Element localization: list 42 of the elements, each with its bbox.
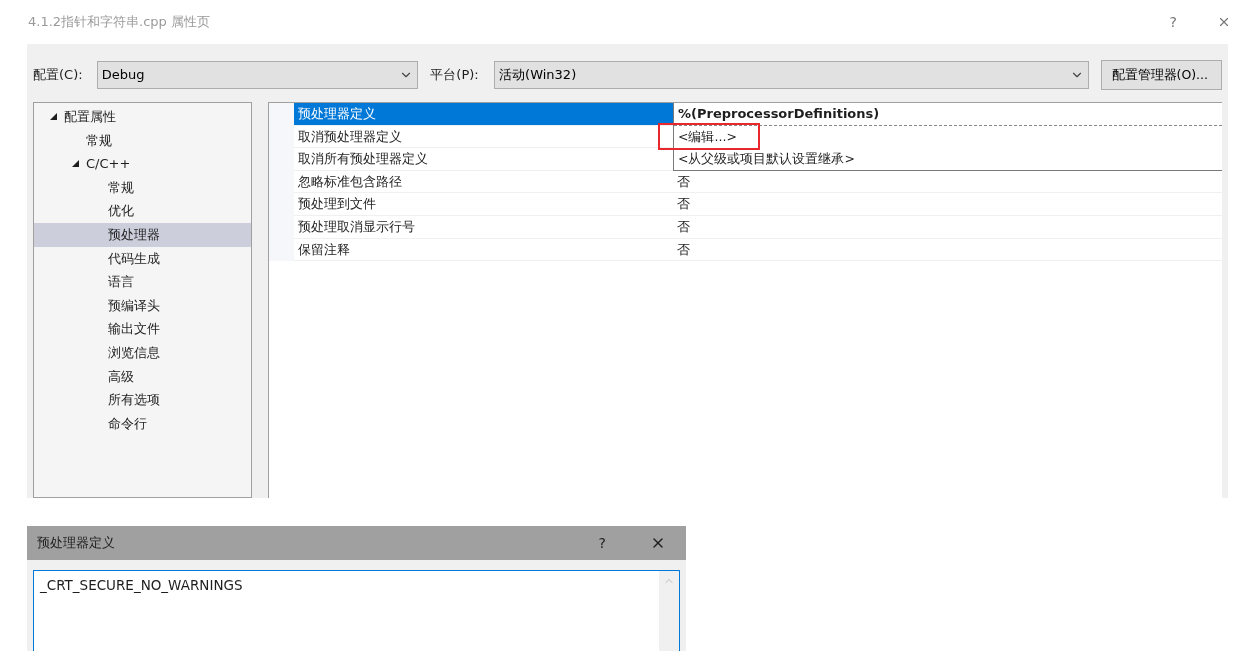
config-select[interactable]: Debug — [96, 61, 419, 89]
close-icon[interactable] — [1217, 15, 1231, 29]
config-label: 配置(C): — [33, 66, 84, 85]
expand-triangle-icon[interactable] — [49, 113, 57, 121]
property-name[interactable]: 保留注释 — [294, 238, 673, 262]
property-name[interactable]: 预处理取消显示行号 — [294, 215, 673, 239]
tree-item[interactable]: 预处理器 — [34, 222, 251, 247]
help-button[interactable]: ? — [1169, 11, 1177, 33]
dropdown-option[interactable]: <从父级或项目默认设置继承> — [678, 149, 855, 169]
text-area[interactable]: _CRT_SECURE_NO_WARNINGS — [33, 570, 680, 651]
platform-select[interactable]: 活动(Win32) — [494, 61, 1089, 89]
tree-item[interactable]: 预编译头 — [34, 293, 251, 318]
property-name[interactable]: 预处理到文件 — [294, 193, 673, 216]
dialog-title: 预处理器定义 — [37, 534, 116, 553]
tree-item[interactable]: 所有选项 — [34, 388, 251, 412]
tree-item[interactable]: 高级 — [34, 364, 251, 389]
value-combo[interactable]: %(PreprocessorDefinitions) — [674, 103, 1222, 126]
tree-item[interactable]: 浏览信息 — [34, 340, 251, 365]
property-value: 否 — [677, 172, 690, 191]
tree-item[interactable]: 配置属性 — [34, 105, 251, 129]
tree-item[interactable]: 语言 — [34, 270, 251, 294]
tree-item[interactable]: 常规 — [34, 128, 251, 153]
property-value: 否 — [677, 240, 690, 259]
property-name[interactable]: 忽略标准包含路径 — [294, 170, 673, 194]
expand-triangle-icon[interactable] — [71, 160, 79, 168]
property-value: 否 — [677, 218, 690, 236]
tree-item[interactable]: 常规 — [34, 175, 251, 200]
property-name[interactable]: 取消所有预处理器定义 — [294, 148, 673, 171]
help-button[interactable]: ? — [598, 532, 606, 554]
tree-item[interactable]: 代码生成 — [34, 246, 251, 271]
property-value: 否 — [677, 195, 690, 214]
platform-label: 平台(P): — [430, 66, 480, 85]
property-name[interactable]: 取消预处理器定义 — [294, 125, 673, 149]
dropdown-option[interactable]: <编辑...> — [678, 127, 737, 147]
tree-item[interactable]: 优化 — [34, 199, 251, 223]
tree-item[interactable]: C/C++ — [34, 152, 251, 176]
property-name[interactable]: 预处理器定义 — [294, 103, 673, 126]
config-manager-button[interactable]: 配置管理器(O)... — [1100, 60, 1222, 90]
window-title: 4.1.2指针和字符串.cpp 属性页 — [28, 13, 211, 32]
tree-item[interactable]: 命令行 — [34, 411, 251, 436]
scrollbar[interactable] — [659, 571, 679, 651]
tree-item[interactable]: 输出文件 — [34, 317, 251, 341]
